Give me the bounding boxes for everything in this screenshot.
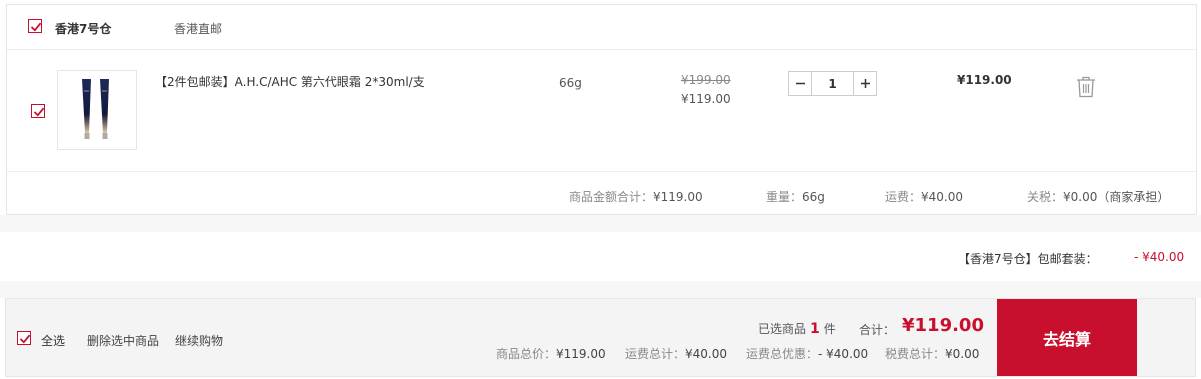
shipping-total-value: ¥40.00 [685,347,728,361]
delete-selected-link[interactable]: 删除选中商品 [87,332,159,349]
selected-count-text: 已选商品 1 件 [758,320,836,337]
shipping-discount-label: 运费总优惠： [746,347,819,361]
cart-item-row: 【2件包邮装】A.H.C/AHC 第六代眼霜 2*30ml/支 66g ¥199… [7,51,1196,172]
section-gap [0,215,1201,232]
quantity-input[interactable] [812,72,853,95]
goods-amount-label: 商品金额合计： [569,190,654,204]
selected-count: 1 [810,321,820,337]
checkmark-icon [33,107,45,117]
store-header: 香港7号仓 香港直邮 [7,5,1196,50]
package-discount-amount: - ¥40.00 [1134,250,1185,264]
weight-value: 66g [802,190,825,204]
shipping-value: ¥40.00 [921,190,964,204]
store-card: 香港7号仓 香港直邮 【2件包邮装】A.H.C/AHC 第六代眼霜 2*30ml… [6,4,1197,215]
plus-icon [860,79,870,88]
original-price: ¥199.00 [681,73,731,87]
store-shipping-tag: 香港直邮 [174,22,223,36]
shipping-discount-breakdown: 运费总优惠：- ¥40.00 [746,345,868,362]
continue-shopping-link[interactable]: 继续购物 [175,332,223,349]
goods-amount-summary: 商品金额合计：¥119.00 [569,188,703,205]
item-subtotal: ¥119.00 [957,73,1012,87]
tax-total-label: 税费总计： [885,347,946,361]
product-weight: 66g [559,76,582,90]
quantity-stepper [788,71,877,96]
goods-total-label: 商品总价： [496,347,557,361]
select-all-checkbox[interactable] [17,331,31,345]
delete-item-button[interactable] [1076,76,1096,101]
minus-icon [795,82,805,85]
tariff-value: ¥0.00（商家承担） [1063,190,1170,204]
selected-prefix: 已选商品 [758,322,807,336]
tariff-label: 关税： [1027,190,1064,204]
increase-quantity-button[interactable] [853,72,876,95]
package-discount-bar: 【香港7号仓】包邮套装： - ¥40.00 [5,232,1196,281]
package-discount-label: 【香港7号仓】包邮套装： [958,252,1098,266]
goods-total-value: ¥119.00 [556,347,606,361]
total-label: 合计： [859,323,896,337]
shipping-discount-value: - ¥40.00 [818,347,869,361]
tax-total-value: ¥0.00 [945,347,980,361]
checkout-button[interactable]: 去结算 [997,299,1137,376]
weight-label: 重量： [766,190,803,204]
total-amount: ¥119.00 [902,315,984,336]
store-checkbox[interactable] [28,19,42,33]
shipping-summary: 运费：¥40.00 [885,188,963,205]
shipping-total-breakdown: 运费总计：¥40.00 [625,345,727,362]
product-title[interactable]: 【2件包邮装】A.H.C/AHC 第六代眼霜 2*30ml/支 [155,73,425,90]
goods-total-breakdown: 商品总价：¥119.00 [496,345,606,362]
goods-amount-value: ¥119.00 [653,190,703,204]
unit-price: ¥119.00 [681,92,731,106]
weight-summary: 重量：66g [766,188,825,205]
store-name: 香港7号仓 [55,22,112,36]
shipping-label: 运费： [885,190,922,204]
select-all-label[interactable]: 全选 [41,332,65,349]
decrease-quantity-button[interactable] [789,72,812,95]
section-gap [0,281,1201,298]
tax-total-breakdown: 税费总计：¥0.00 [885,345,979,362]
item-checkbox[interactable] [31,104,45,118]
shipping-total-label: 运费总计： [625,347,686,361]
product-image [82,79,109,139]
tariff-summary: 关税：¥0.00（商家承担） [1027,188,1169,205]
checkout-footer: 全选 删除选中商品 继续购物 已选商品 1 件 合计： ¥119.00 商品总价：¥… [5,298,1196,377]
product-thumbnail[interactable] [57,70,137,150]
selected-suffix: 件 [823,322,836,336]
checkmark-icon [19,334,31,344]
checkmark-icon [30,22,42,32]
trash-icon [1077,76,1095,98]
